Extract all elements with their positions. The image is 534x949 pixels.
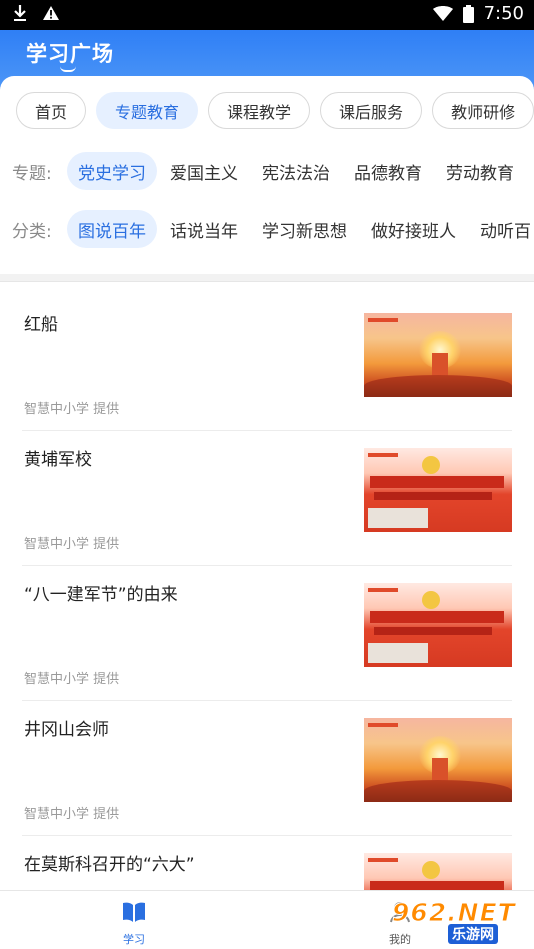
app-title: 学习广场: [26, 42, 114, 66]
topic-chip-patriotism[interactable]: 爱国主义: [159, 152, 249, 190]
status-bar: 7:50: [0, 0, 534, 30]
list-item-title: 红船: [24, 315, 58, 335]
category-chip-century-in-pictures[interactable]: 图说百年: [67, 210, 157, 248]
book-icon: [122, 901, 146, 927]
list-item[interactable]: 井冈山会师 智慧中小学 提供: [22, 701, 512, 836]
list-item-thumbnail: [364, 448, 512, 532]
wifi-icon: [432, 5, 453, 22]
title-underline-decoration: [60, 66, 76, 72]
tab-course-teaching[interactable]: 课程教学: [208, 92, 311, 129]
list-item-title: 井冈山会师: [24, 720, 109, 740]
status-time: 7:50: [483, 3, 524, 24]
list-item[interactable]: 红船 智慧中小学 提供: [22, 296, 512, 431]
nav-study[interactable]: 学习: [104, 901, 164, 947]
nav-study-label: 学习: [123, 933, 145, 946]
list-item-thumbnail: [364, 718, 512, 802]
tab-special-education[interactable]: 专题教育: [96, 92, 199, 129]
category-chip-talking-past[interactable]: 话说当年: [159, 210, 249, 248]
list-item-provider: 智慧中小学 提供: [24, 537, 120, 552]
category-filter-row: 分类: 图说百年 话说当年 学习新思想 做好接班人 动听百: [12, 210, 534, 248]
main-content-card: 首页 专题教育 课程教学 课后服务 教师研修 专题: 党史学习 爱国主义 宪法法…: [0, 76, 534, 890]
tab-after-school-service[interactable]: 课后服务: [320, 92, 423, 129]
list-item-title: 黄埔军校: [24, 450, 92, 470]
download-icon: [12, 4, 28, 22]
list-item[interactable]: “八一建军节”的由来 智慧中小学 提供: [22, 566, 512, 701]
topic-chip-party-history[interactable]: 党史学习: [67, 152, 157, 190]
topic-chip-labor-education[interactable]: 劳动教育: [435, 152, 525, 190]
list-item-thumbnail: [364, 313, 512, 397]
battery-icon: [462, 4, 474, 23]
warning-icon: [42, 5, 60, 21]
list-item-provider: 智慧中小学 提供: [24, 807, 120, 822]
list-item-title: 在莫斯科召开的“六大”: [24, 855, 195, 875]
list-item[interactable]: 在莫斯科召开的“六大”: [22, 836, 512, 890]
site-watermark-logo: 962.NET 乐游网: [392, 898, 516, 944]
tab-teacher-training[interactable]: 教师研修: [432, 92, 534, 129]
category-filter-label: 分类:: [12, 221, 52, 242]
category-chip-new-thought[interactable]: 学习新思想: [251, 210, 358, 248]
list-item-thumbnail: [364, 853, 512, 890]
list-item-title: “八一建军节”的由来: [24, 585, 178, 605]
list-item[interactable]: 黄埔军校 智慧中小学 提供: [22, 431, 512, 566]
topic-chip-moral-education[interactable]: 品德教育: [343, 152, 433, 190]
category-chip-songs[interactable]: 动听百: [469, 210, 534, 248]
topic-filter-label: 专题:: [12, 163, 52, 184]
list-item-provider: 智慧中小学 提供: [24, 672, 120, 687]
section-divider: [0, 274, 534, 282]
topic-filter-row: 专题: 党史学习 爱国主义 宪法法治 品德教育 劳动教育: [12, 152, 527, 190]
topic-chip-constitution-law[interactable]: 宪法法治: [251, 152, 341, 190]
category-chip-successor[interactable]: 做好接班人: [360, 210, 467, 248]
list-item-provider: 智慧中小学 提供: [24, 402, 120, 417]
category-tabs: 首页 专题教育 课程教学 课后服务 教师研修: [16, 92, 534, 129]
content-list: 红船 智慧中小学 提供 黄埔军校 智慧中小学 提供 “八一建军节”的由来 智慧中…: [0, 296, 534, 890]
list-item-thumbnail: [364, 583, 512, 667]
tab-home[interactable]: 首页: [16, 92, 87, 129]
